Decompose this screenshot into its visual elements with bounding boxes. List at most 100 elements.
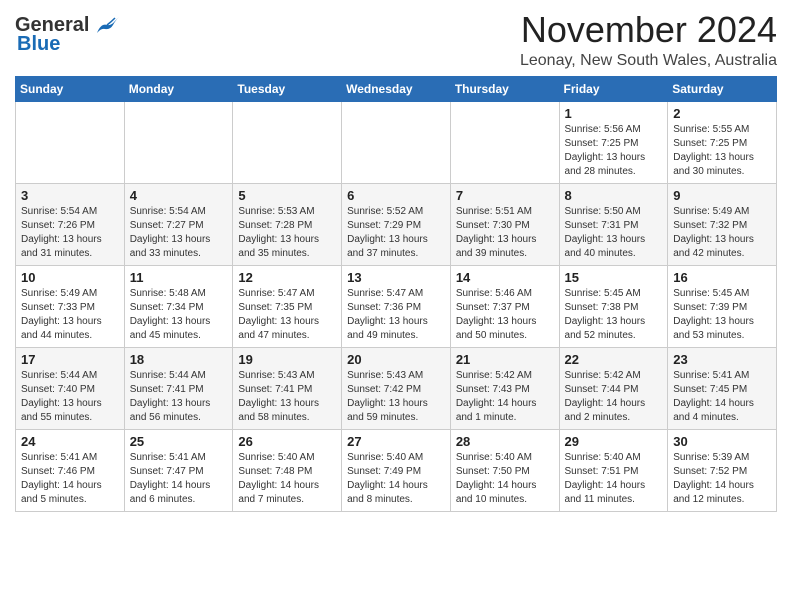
day-info: Sunrise: 5:52 AM Sunset: 7:29 PM Dayligh… xyxy=(347,205,445,261)
col-header-monday: Monday xyxy=(124,76,233,101)
day-info: Sunrise: 5:46 AM Sunset: 7:37 PM Dayligh… xyxy=(456,287,554,343)
day-info: Sunrise: 5:49 AM Sunset: 7:33 PM Dayligh… xyxy=(21,287,119,343)
day-cell: 5 Sunrise: 5:53 AM Sunset: 7:28 PM Daylig… xyxy=(233,183,342,265)
day-cell xyxy=(450,101,559,183)
day-cell: 2 Sunrise: 5:55 AM Sunset: 7:25 PM Daylig… xyxy=(668,101,777,183)
day-number: 25 xyxy=(130,434,228,449)
day-info: Sunrise: 5:53 AM Sunset: 7:28 PM Dayligh… xyxy=(238,205,336,261)
day-info: Sunrise: 5:39 AM Sunset: 7:52 PM Dayligh… xyxy=(673,451,771,507)
day-info: Sunrise: 5:44 AM Sunset: 7:41 PM Dayligh… xyxy=(130,369,228,425)
week-row-3: 10 Sunrise: 5:49 AM Sunset: 7:33 PM Dayli… xyxy=(16,265,777,347)
day-number: 29 xyxy=(565,434,663,449)
day-cell: 30 Sunrise: 5:39 AM Sunset: 7:52 PM Dayli… xyxy=(668,429,777,511)
day-number: 17 xyxy=(21,352,119,367)
day-info: Sunrise: 5:42 AM Sunset: 7:44 PM Dayligh… xyxy=(565,369,663,425)
col-header-wednesday: Wednesday xyxy=(342,76,451,101)
logo-blue-text: Blue xyxy=(17,33,60,56)
day-info: Sunrise: 5:43 AM Sunset: 7:42 PM Dayligh… xyxy=(347,369,445,425)
day-info: Sunrise: 5:43 AM Sunset: 7:41 PM Dayligh… xyxy=(238,369,336,425)
day-cell: 10 Sunrise: 5:49 AM Sunset: 7:33 PM Dayli… xyxy=(16,265,125,347)
day-number: 16 xyxy=(673,270,771,285)
logo-bird-icon xyxy=(93,15,121,37)
day-number: 8 xyxy=(565,188,663,203)
day-cell: 15 Sunrise: 5:45 AM Sunset: 7:38 PM Dayli… xyxy=(559,265,668,347)
day-number: 27 xyxy=(347,434,445,449)
day-cell: 16 Sunrise: 5:45 AM Sunset: 7:39 PM Dayli… xyxy=(668,265,777,347)
day-cell: 17 Sunrise: 5:44 AM Sunset: 7:40 PM Dayli… xyxy=(16,347,125,429)
col-header-thursday: Thursday xyxy=(450,76,559,101)
day-cell: 14 Sunrise: 5:46 AM Sunset: 7:37 PM Dayli… xyxy=(450,265,559,347)
day-info: Sunrise: 5:49 AM Sunset: 7:32 PM Dayligh… xyxy=(673,205,771,261)
day-cell: 6Sunrise: 5:52 AM Sunset: 7:29 PM Daylig… xyxy=(342,183,451,265)
day-number: 4 xyxy=(130,188,228,203)
day-cell: 20 Sunrise: 5:43 AM Sunset: 7:42 PM Dayli… xyxy=(342,347,451,429)
day-number: 5 xyxy=(238,188,336,203)
day-number: 26 xyxy=(238,434,336,449)
week-row-2: 3 Sunrise: 5:54 AM Sunset: 7:26 PM Daylig… xyxy=(16,183,777,265)
day-number: 18 xyxy=(130,352,228,367)
day-cell: 8Sunrise: 5:50 AM Sunset: 7:31 PM Daylig… xyxy=(559,183,668,265)
day-info: Sunrise: 5:56 AM Sunset: 7:25 PM Dayligh… xyxy=(565,123,663,179)
day-cell: 1Sunrise: 5:56 AM Sunset: 7:25 PM Daylig… xyxy=(559,101,668,183)
day-info: Sunrise: 5:54 AM Sunset: 7:27 PM Dayligh… xyxy=(130,205,228,261)
day-cell: 22 Sunrise: 5:42 AM Sunset: 7:44 PM Dayli… xyxy=(559,347,668,429)
week-row-1: 1Sunrise: 5:56 AM Sunset: 7:25 PM Daylig… xyxy=(16,101,777,183)
day-info: Sunrise: 5:54 AM Sunset: 7:26 PM Dayligh… xyxy=(21,205,119,261)
day-info: Sunrise: 5:48 AM Sunset: 7:34 PM Dayligh… xyxy=(130,287,228,343)
week-row-5: 24Sunrise: 5:41 AM Sunset: 7:46 PM Dayli… xyxy=(16,429,777,511)
day-cell: 29Sunrise: 5:40 AM Sunset: 7:51 PM Dayli… xyxy=(559,429,668,511)
day-cell: 7 Sunrise: 5:51 AM Sunset: 7:30 PM Daylig… xyxy=(450,183,559,265)
day-info: Sunrise: 5:47 AM Sunset: 7:35 PM Dayligh… xyxy=(238,287,336,343)
title-section: November 2024 Leonay, New South Wales, A… xyxy=(520,10,777,70)
day-cell xyxy=(233,101,342,183)
day-info: Sunrise: 5:45 AM Sunset: 7:39 PM Dayligh… xyxy=(673,287,771,343)
day-cell xyxy=(342,101,451,183)
day-cell: 13 Sunrise: 5:47 AM Sunset: 7:36 PM Dayli… xyxy=(342,265,451,347)
day-number: 13 xyxy=(347,270,445,285)
day-number: 28 xyxy=(456,434,554,449)
day-number: 15 xyxy=(565,270,663,285)
day-number: 3 xyxy=(21,188,119,203)
day-cell: 9 Sunrise: 5:49 AM Sunset: 7:32 PM Daylig… xyxy=(668,183,777,265)
day-cell: 12 Sunrise: 5:47 AM Sunset: 7:35 PM Dayli… xyxy=(233,265,342,347)
col-header-sunday: Sunday xyxy=(16,76,125,101)
header-row: SundayMondayTuesdayWednesdayThursdayFrid… xyxy=(16,76,777,101)
day-cell xyxy=(16,101,125,183)
col-header-saturday: Saturday xyxy=(668,76,777,101)
day-number: 23 xyxy=(673,352,771,367)
logo: General Blue xyxy=(15,14,121,56)
day-cell: 24Sunrise: 5:41 AM Sunset: 7:46 PM Dayli… xyxy=(16,429,125,511)
day-info: Sunrise: 5:44 AM Sunset: 7:40 PM Dayligh… xyxy=(21,369,119,425)
month-title: November 2024 xyxy=(520,10,777,50)
day-info: Sunrise: 5:45 AM Sunset: 7:38 PM Dayligh… xyxy=(565,287,663,343)
week-row-4: 17 Sunrise: 5:44 AM Sunset: 7:40 PM Dayli… xyxy=(16,347,777,429)
day-info: Sunrise: 5:40 AM Sunset: 7:49 PM Dayligh… xyxy=(347,451,445,507)
day-cell: 4 Sunrise: 5:54 AM Sunset: 7:27 PM Daylig… xyxy=(124,183,233,265)
day-number: 22 xyxy=(565,352,663,367)
day-info: Sunrise: 5:41 AM Sunset: 7:47 PM Dayligh… xyxy=(130,451,228,507)
day-number: 20 xyxy=(347,352,445,367)
day-info: Sunrise: 5:41 AM Sunset: 7:45 PM Dayligh… xyxy=(673,369,771,425)
day-number: 24 xyxy=(21,434,119,449)
col-header-tuesday: Tuesday xyxy=(233,76,342,101)
day-info: Sunrise: 5:47 AM Sunset: 7:36 PM Dayligh… xyxy=(347,287,445,343)
day-number: 10 xyxy=(21,270,119,285)
day-number: 9 xyxy=(673,188,771,203)
day-info: Sunrise: 5:55 AM Sunset: 7:25 PM Dayligh… xyxy=(673,123,771,179)
day-number: 14 xyxy=(456,270,554,285)
day-cell: 18 Sunrise: 5:44 AM Sunset: 7:41 PM Dayli… xyxy=(124,347,233,429)
day-cell: 3 Sunrise: 5:54 AM Sunset: 7:26 PM Daylig… xyxy=(16,183,125,265)
day-number: 12 xyxy=(238,270,336,285)
header: General Blue November 2024 Leonay, New S… xyxy=(15,10,777,70)
day-number: 21 xyxy=(456,352,554,367)
day-cell xyxy=(124,101,233,183)
location-title: Leonay, New South Wales, Australia xyxy=(520,52,777,70)
day-cell: 21Sunrise: 5:42 AM Sunset: 7:43 PM Dayli… xyxy=(450,347,559,429)
day-info: Sunrise: 5:51 AM Sunset: 7:30 PM Dayligh… xyxy=(456,205,554,261)
day-number: 2 xyxy=(673,106,771,121)
col-header-friday: Friday xyxy=(559,76,668,101)
day-number: 30 xyxy=(673,434,771,449)
calendar-table: SundayMondayTuesdayWednesdayThursdayFrid… xyxy=(15,76,777,512)
day-cell: 27 Sunrise: 5:40 AM Sunset: 7:49 PM Dayli… xyxy=(342,429,451,511)
day-number: 7 xyxy=(456,188,554,203)
